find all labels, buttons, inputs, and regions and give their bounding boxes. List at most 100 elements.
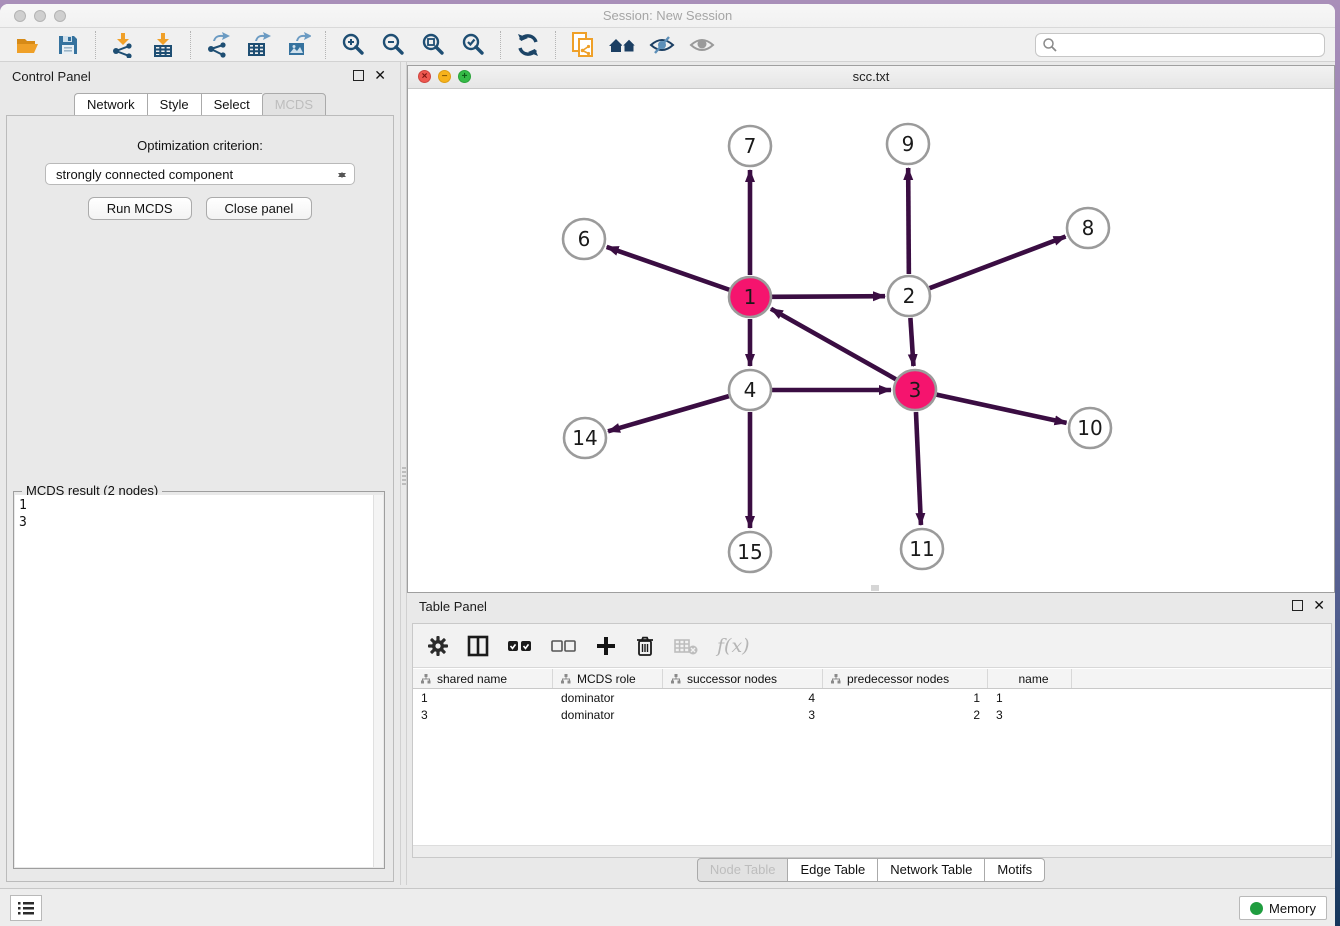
graph-node-label: 2 — [903, 284, 916, 308]
tab-motifs[interactable]: Motifs — [984, 858, 1045, 882]
import-network-button[interactable] — [108, 31, 138, 59]
table-rows: 1dominator4113dominator323 — [413, 689, 1331, 723]
edge-2-9[interactable] — [908, 168, 909, 274]
main-toolbar — [0, 28, 1335, 62]
edge-3-10[interactable] — [936, 395, 1066, 423]
close-panel-button[interactable]: Close panel — [206, 197, 313, 220]
columns-icon[interactable] — [467, 635, 489, 657]
edge-1-6[interactable] — [607, 247, 730, 290]
select-all-icon[interactable] — [507, 637, 533, 655]
gear-icon[interactable] — [427, 635, 449, 657]
task-history-button[interactable] — [10, 895, 42, 921]
table-bottom-strip — [413, 845, 1331, 857]
splitter-grip-icon[interactable] — [402, 467, 406, 485]
table-cell: 1 — [823, 691, 988, 705]
tab-node-table[interactable]: Node Table — [697, 858, 788, 882]
edge-3-1[interactable] — [771, 309, 896, 379]
list-icon — [17, 900, 35, 916]
edge-1-2[interactable] — [772, 296, 885, 297]
graph-node-label: 7 — [744, 134, 757, 158]
run-mcds-button[interactable]: Run MCDS — [88, 197, 192, 220]
window-titlebar: Session: New Session — [0, 4, 1335, 28]
export-image-button[interactable] — [283, 31, 313, 59]
hierarchy-icon — [831, 674, 841, 684]
table-row[interactable]: 1dominator411 — [413, 689, 1331, 706]
float-panel-icon[interactable] — [353, 70, 364, 81]
select-stepper-icon — [337, 167, 347, 183]
zoom-out-button[interactable] — [378, 31, 408, 59]
float-table-panel-icon[interactable] — [1292, 600, 1303, 611]
zoom-in-button[interactable] — [338, 31, 368, 59]
network-graph[interactable]: 7968124314101511 — [408, 89, 1334, 592]
close-panel-icon[interactable]: ✕ — [374, 68, 386, 82]
edge-2-8[interactable] — [930, 237, 1066, 289]
open-session-button[interactable] — [13, 31, 43, 59]
close-table-panel-icon[interactable]: ✕ — [1313, 598, 1325, 612]
refresh-view-button[interactable] — [513, 31, 543, 59]
table-row[interactable]: 3dominator323 — [413, 706, 1331, 723]
tab-network-table[interactable]: Network Table — [877, 858, 984, 882]
memory-label: Memory — [1269, 901, 1316, 916]
export-network-icon — [205, 32, 231, 58]
table-panel-title: Table Panel — [419, 599, 487, 614]
memory-status-icon — [1250, 902, 1263, 915]
hierarchy-icon — [561, 674, 571, 684]
delete-column-icon[interactable] — [635, 635, 655, 657]
zoom-selected-button[interactable] — [458, 31, 488, 59]
add-column-icon[interactable] — [595, 635, 617, 657]
column-header-shared-name[interactable]: shared name — [413, 669, 553, 688]
tab-mcds[interactable]: MCDS — [262, 93, 326, 117]
column-header-successor-nodes[interactable]: successor nodes — [663, 669, 823, 688]
graph-node-label: 4 — [744, 378, 757, 402]
export-table-button[interactable] — [243, 31, 273, 59]
mcds-panel-body: Optimization criterion: strongly connect… — [6, 115, 394, 882]
tab-select[interactable]: Select — [201, 93, 262, 117]
column-header-MCDS-role[interactable]: MCDS role — [553, 669, 663, 688]
home-layout-button[interactable] — [608, 31, 638, 59]
table-cell: 2 — [823, 708, 988, 722]
import-table-icon — [150, 32, 176, 58]
status-bar: Memory — [0, 888, 1335, 926]
toolbar-separator — [500, 31, 501, 59]
eye-icon — [689, 33, 717, 57]
function-builder-icon-disabled: f(x) — [717, 635, 750, 657]
column-header-predecessor-nodes[interactable]: predecessor nodes — [823, 669, 988, 688]
save-session-button[interactable] — [53, 31, 83, 59]
edge-4-14[interactable] — [608, 396, 729, 431]
export-table-icon — [245, 32, 271, 58]
panel-splitter[interactable] — [400, 62, 407, 885]
node-table[interactable]: shared nameMCDS rolesuccessor nodesprede… — [413, 669, 1331, 845]
workspace: Control Panel ✕ Network Style Select MCD… — [0, 62, 1335, 888]
refresh-icon — [515, 32, 541, 58]
edge-2-3[interactable] — [910, 318, 913, 366]
clone-network-button[interactable] — [568, 31, 598, 59]
network-view-window: × − + scc.txt 7968124314101511 — [407, 65, 1335, 593]
import-table-button[interactable] — [148, 31, 178, 59]
table-toolbar: f(x) — [413, 624, 1331, 668]
network-hscroll-thumb[interactable] — [871, 585, 879, 591]
tab-style[interactable]: Style — [147, 93, 201, 117]
table-cell: 3 — [663, 708, 823, 722]
table-cell: 1 — [988, 691, 1072, 705]
tab-network[interactable]: Network — [74, 93, 147, 117]
hide-graphics-button[interactable] — [648, 31, 678, 59]
tab-edge-table[interactable]: Edge Table — [787, 858, 877, 882]
graph-node-label: 10 — [1077, 416, 1102, 440]
table-tabs: Node Table Edge Table Network Table Moti… — [407, 858, 1335, 882]
column-header-name[interactable]: name — [988, 669, 1072, 688]
zoom-selected-icon — [460, 32, 486, 58]
memory-button[interactable]: Memory — [1239, 896, 1327, 920]
mcds-result-text[interactable]: 1 3 — [15, 495, 373, 867]
deselect-all-icon[interactable] — [551, 637, 577, 655]
search-input[interactable] — [1058, 38, 1324, 53]
search-box[interactable] — [1035, 33, 1325, 57]
control-panel-header: Control Panel ✕ — [0, 65, 400, 89]
zoom-fit-button[interactable] — [418, 31, 448, 59]
desktop: Session: New Session — [0, 0, 1340, 926]
optimization-criterion-select[interactable]: strongly connected component — [45, 163, 355, 185]
show-graphics-button[interactable] — [688, 31, 718, 59]
export-network-button[interactable] — [203, 31, 233, 59]
mcds-result-group: MCDS result (2 nodes) 1 3 — [13, 491, 385, 869]
edge-3-11[interactable] — [916, 412, 921, 525]
result-scrollbar[interactable] — [373, 495, 383, 867]
